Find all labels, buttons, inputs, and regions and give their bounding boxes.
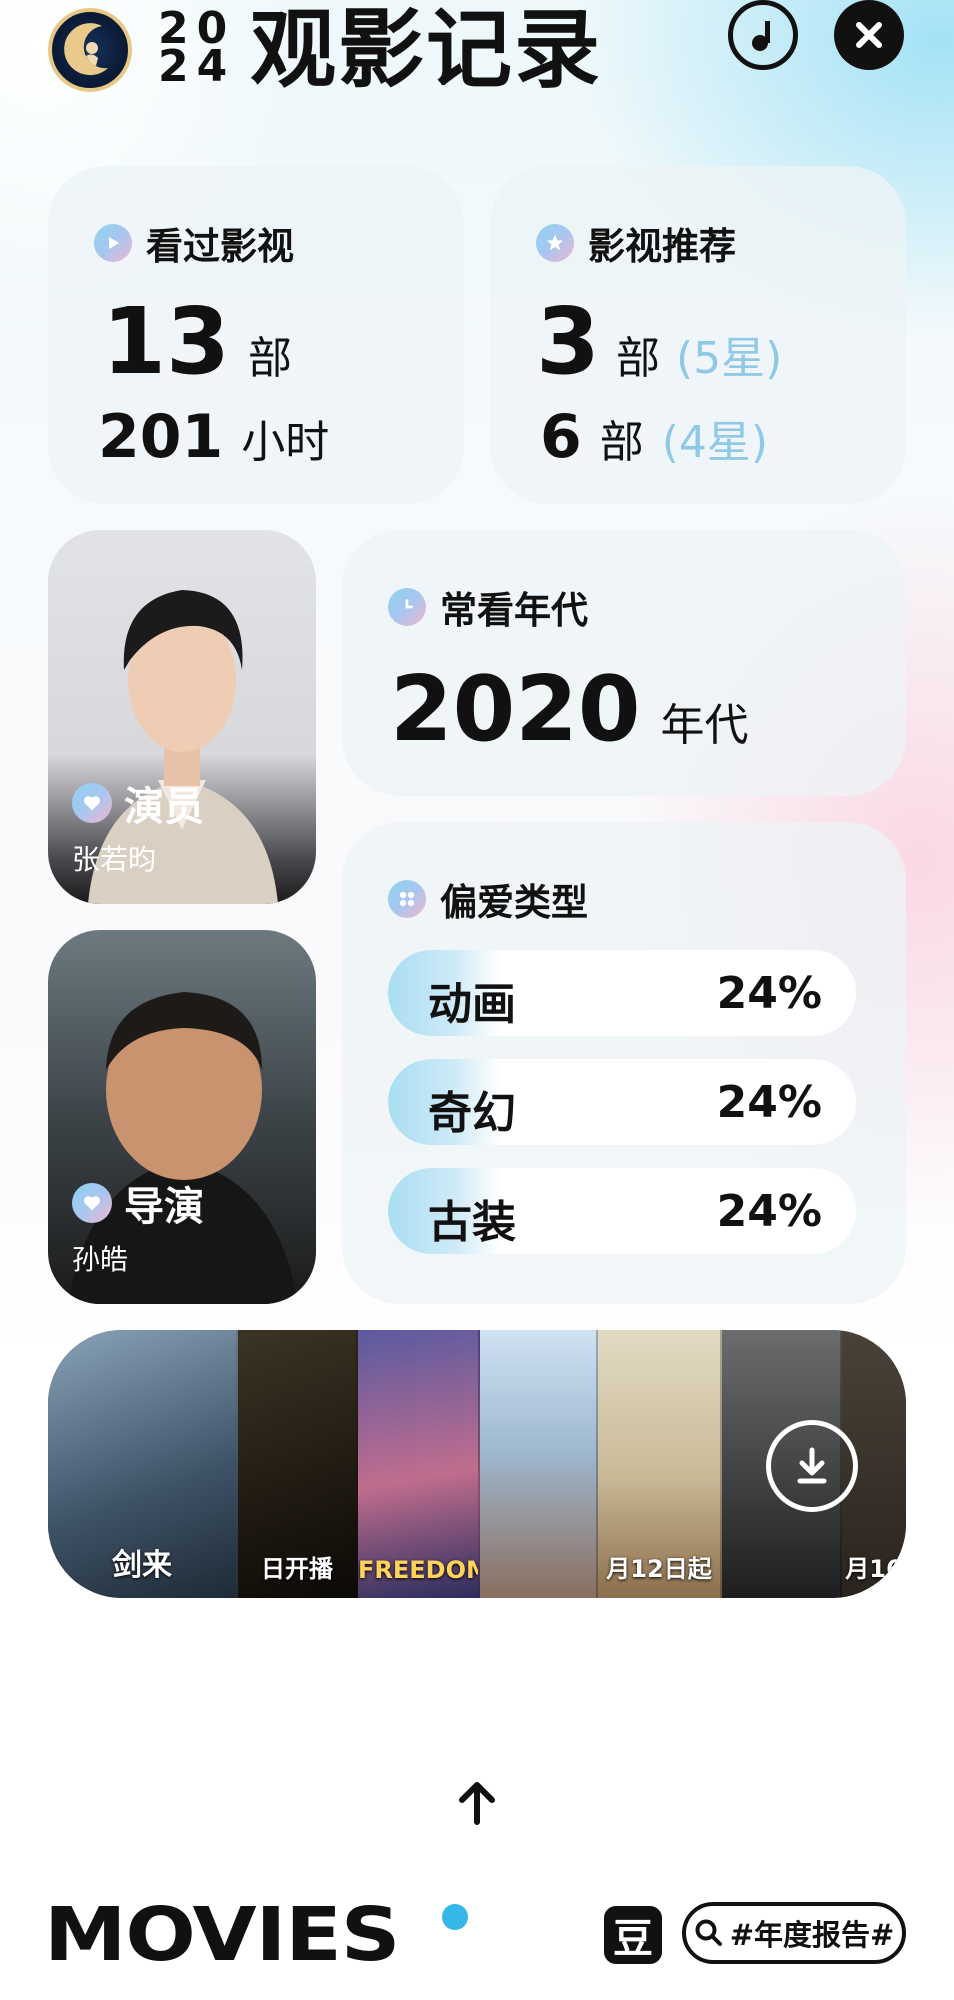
heart-icon xyxy=(72,783,112,823)
brand-wordmark: MOVIES xyxy=(44,1892,400,1978)
moon-illustration-icon xyxy=(64,23,108,76)
watched-count-unit: 部 xyxy=(248,333,293,384)
actor-card[interactable]: 演员 张若昀 xyxy=(48,530,316,904)
actor-role-label: 演员 xyxy=(124,784,204,830)
poster[interactable]: 剑来 xyxy=(48,1330,238,1598)
page-title: 观影记录 xyxy=(250,0,602,100)
recommend-label: 影视推荐 xyxy=(588,225,736,268)
download-button[interactable] xyxy=(766,1420,858,1512)
four-star-count: 6 xyxy=(540,402,582,472)
genre-percent: 24% xyxy=(716,1077,822,1128)
five-star-row: 3 部 (5星) xyxy=(536,296,782,388)
four-star-unit: 部 xyxy=(599,417,644,468)
genre-row: 古装 24% xyxy=(388,1168,856,1254)
poster-caption: 剑来 xyxy=(112,1548,172,1583)
poster-caption: 月16 xyxy=(845,1555,903,1583)
year-bottom: 24 xyxy=(158,41,236,92)
era-card: 常看年代 2020 年代 xyxy=(342,530,906,796)
poster[interactable]: 月12日起 xyxy=(598,1330,722,1598)
genre-percent: 24% xyxy=(716,1186,822,1237)
music-button[interactable] xyxy=(728,0,798,70)
actor-name: 张若昀 xyxy=(72,843,157,876)
era-label: 常看年代 xyxy=(440,589,588,632)
grid-icon xyxy=(388,880,426,918)
brand-dot xyxy=(442,1904,468,1930)
poster[interactable]: 日开播 xyxy=(238,1330,358,1598)
five-star-count: 3 xyxy=(536,288,601,395)
five-star-note: (5星) xyxy=(676,333,783,384)
music-note-icon xyxy=(752,21,770,51)
watched-label: 看过影视 xyxy=(146,225,294,268)
era-value: 2020 xyxy=(390,657,641,762)
genre-name: 古装 xyxy=(428,1197,516,1248)
clock-icon xyxy=(388,588,426,626)
director-card[interactable]: 导演 孙皓 xyxy=(48,930,316,1304)
scroll-up-button[interactable] xyxy=(456,1780,498,1830)
close-button[interactable] xyxy=(834,0,904,70)
close-icon xyxy=(856,22,882,48)
download-icon xyxy=(797,1447,827,1484)
genre-name: 动画 xyxy=(428,979,516,1030)
douban-logo[interactable]: 豆 xyxy=(604,1906,662,1964)
actor-role: 演员 xyxy=(72,774,204,832)
recommend-card: 影视推荐 3 部 (5星) 6 部 (4星) xyxy=(490,166,906,504)
genre-percent: 24% xyxy=(716,968,822,1019)
star-icon xyxy=(536,224,574,262)
watched-card: 看过影视 13 部 201 小时 xyxy=(48,166,464,504)
arrow-up-icon xyxy=(459,1782,495,1825)
poster-caption: 日开播 xyxy=(261,1555,333,1583)
era-header: 常看年代 xyxy=(388,580,588,634)
genre-label: 偏爱类型 xyxy=(440,881,588,924)
poster-caption: 月12日起 xyxy=(606,1555,712,1583)
poster[interactable] xyxy=(480,1330,598,1598)
watched-count: 13 xyxy=(102,288,231,395)
five-star-unit: 部 xyxy=(616,333,661,384)
heart-icon xyxy=(72,1183,112,1223)
genre-header: 偏爱类型 xyxy=(388,872,588,926)
genre-row: 动画 24% xyxy=(388,950,856,1036)
poster-caption: FREEDOM xyxy=(358,1556,480,1584)
user-avatar[interactable] xyxy=(48,8,132,92)
genre-row: 奇幻 24% xyxy=(388,1059,856,1145)
director-role-label: 导演 xyxy=(124,1184,204,1230)
watched-count-row: 13 部 xyxy=(102,296,292,388)
poster[interactable]: FREEDOM xyxy=(358,1330,480,1598)
year-label: 20 24 xyxy=(158,7,236,92)
era-unit: 年代 xyxy=(660,700,749,751)
director-role: 导演 xyxy=(72,1174,204,1232)
genre-name: 奇幻 xyxy=(428,1088,516,1139)
era-value-row: 2020 年代 xyxy=(390,664,749,756)
watched-hours-unit: 小时 xyxy=(241,417,330,468)
watched-hours: 201 xyxy=(98,402,224,472)
search-icon xyxy=(695,1919,722,1946)
four-star-note: (4星) xyxy=(661,417,769,468)
watched-header: 看过影视 xyxy=(94,216,294,270)
recommend-header: 影视推荐 xyxy=(536,216,736,270)
play-icon xyxy=(94,224,132,262)
hashtag-label: #年度报告# xyxy=(729,1918,895,1952)
four-star-row: 6 部 (4星) xyxy=(540,406,768,470)
watched-hours-row: 201 小时 xyxy=(98,406,329,470)
hashtag-search-button[interactable]: #年度报告# xyxy=(682,1902,906,1964)
director-name: 孙皓 xyxy=(72,1243,129,1276)
